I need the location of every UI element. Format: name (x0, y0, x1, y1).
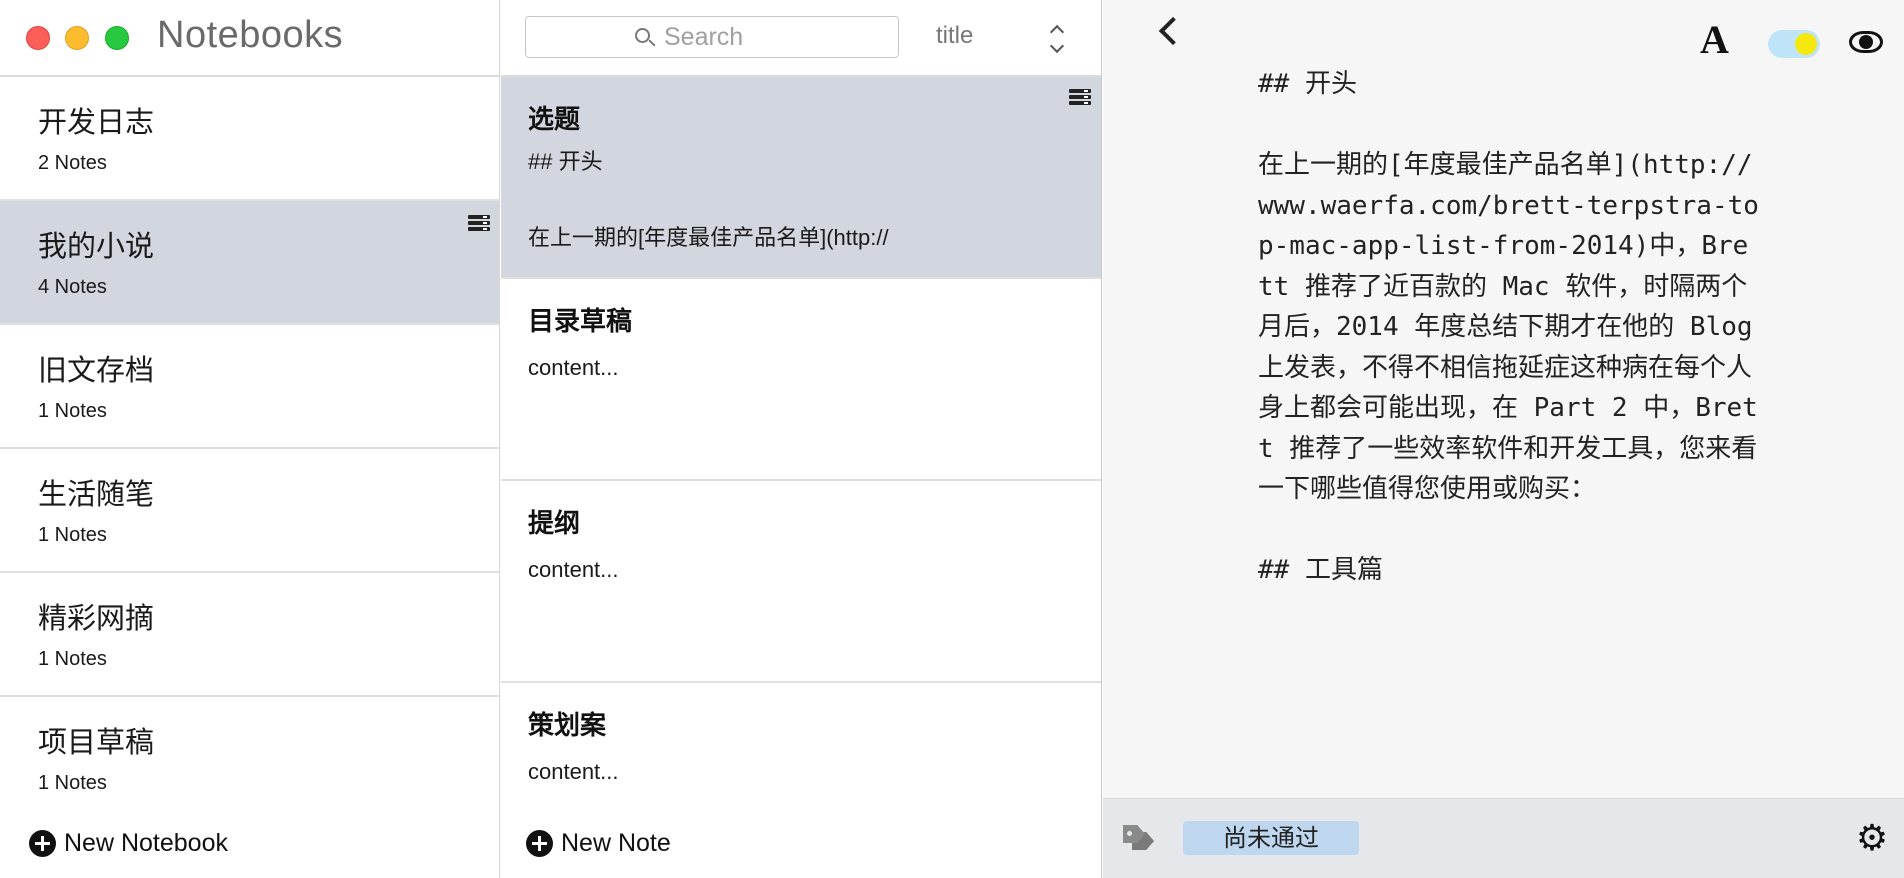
note-title: 目录草稿 (528, 307, 633, 337)
notebook-note-count: 2 Notes (38, 152, 107, 174)
gear-icon[interactable]: ⚙ (1854, 821, 1890, 857)
note-preview: content... (528, 557, 619, 582)
app-title: Notebooks (157, 14, 344, 56)
notebook-item[interactable]: 生活随笔 1 Notes (0, 449, 499, 573)
note-item[interactable]: 选题 ## 开头 在上一期的[年度最佳产品名单](http:// (501, 77, 1101, 279)
plus-icon (526, 830, 553, 857)
note-title: 选题 (528, 105, 581, 135)
theme-toggle[interactable] (1768, 30, 1820, 58)
notebook-note-count: 1 Notes (38, 524, 107, 546)
new-notebook-button[interactable]: New Notebook (29, 829, 228, 858)
search-input[interactable] (664, 23, 864, 52)
editor-panel: A ## 开头 在上一期的[年度最佳产品名单](http://www.waerf… (1103, 0, 1904, 878)
notebook-note-count: 1 Notes (38, 400, 107, 422)
font-icon[interactable]: A (1700, 20, 1729, 60)
sort-field-label[interactable]: title (936, 22, 973, 50)
note-preview: ## 开头 在上一期的[年度最佳产品名单](http:// (528, 149, 889, 250)
notebook-name: 旧文存档 (38, 353, 155, 387)
note-item[interactable]: 目录草稿 content... (501, 279, 1101, 481)
back-chevron-icon[interactable] (1158, 16, 1188, 46)
notebook-item[interactable]: 精彩网摘 1 Notes (0, 573, 499, 697)
list-icon[interactable] (468, 215, 490, 233)
notes-panel: title 选题 ## 开头 在上一期的[年度最佳产品名单](http:// 目… (501, 0, 1102, 878)
note-list: 选题 ## 开头 在上一期的[年度最佳产品名单](http:// 目录草稿 co… (501, 77, 1101, 878)
editor-content[interactable]: ## 开头 在上一期的[年度最佳产品名单](http://www.waerfa.… (1258, 64, 1763, 591)
plus-icon (29, 830, 56, 857)
eye-icon[interactable] (1849, 31, 1883, 53)
tag-bar: 尚未通过 ⚙ (1103, 798, 1904, 878)
notebook-name: 精彩网摘 (38, 601, 155, 635)
zoom-icon[interactable] (105, 26, 129, 50)
notebook-item[interactable]: 开发日志 2 Notes (0, 77, 499, 201)
new-note-label: New Note (561, 829, 671, 857)
search-field[interactable] (525, 16, 899, 58)
note-preview: content... (528, 355, 619, 380)
notebooks-panel: Notebooks 开发日志 2 Notes 我的小说 4 Notes 旧文存档… (0, 0, 500, 878)
toggle-knob (1795, 33, 1817, 55)
notebook-item[interactable]: 项目草稿 1 Notes (0, 697, 499, 821)
new-notebook-label: New Notebook (64, 829, 228, 857)
tag-chip[interactable]: 尚未通过 (1183, 821, 1359, 855)
notebook-note-count: 1 Notes (38, 772, 107, 794)
notebook-item[interactable]: 旧文存档 1 Notes (0, 325, 499, 449)
list-icon[interactable] (1069, 89, 1091, 107)
notebook-name: 生活随笔 (38, 477, 155, 511)
notebook-name: 项目草稿 (38, 725, 155, 759)
note-title: 策划案 (528, 711, 607, 741)
notebook-list: 开发日志 2 Notes 我的小说 4 Notes 旧文存档 1 Notes 生… (0, 77, 499, 821)
new-note-button[interactable]: New Note (526, 829, 671, 858)
notebook-item[interactable]: 我的小说 4 Notes (0, 201, 499, 325)
note-item[interactable]: 提纲 content... (501, 481, 1101, 683)
notebook-name: 开发日志 (38, 105, 155, 139)
notes-toolbar: title (501, 0, 1101, 77)
notebook-note-count: 4 Notes (38, 276, 107, 298)
notebook-note-count: 1 Notes (38, 648, 107, 670)
note-preview: content... (528, 759, 619, 784)
search-icon (634, 27, 656, 49)
window-titlebar: Notebooks (0, 0, 499, 77)
notebook-name: 我的小说 (38, 229, 155, 263)
sort-chevrons-icon[interactable] (1049, 21, 1065, 54)
tag-icon (1123, 823, 1157, 853)
minimize-icon[interactable] (65, 26, 89, 50)
note-title: 提纲 (528, 509, 581, 539)
close-icon[interactable] (26, 26, 50, 50)
